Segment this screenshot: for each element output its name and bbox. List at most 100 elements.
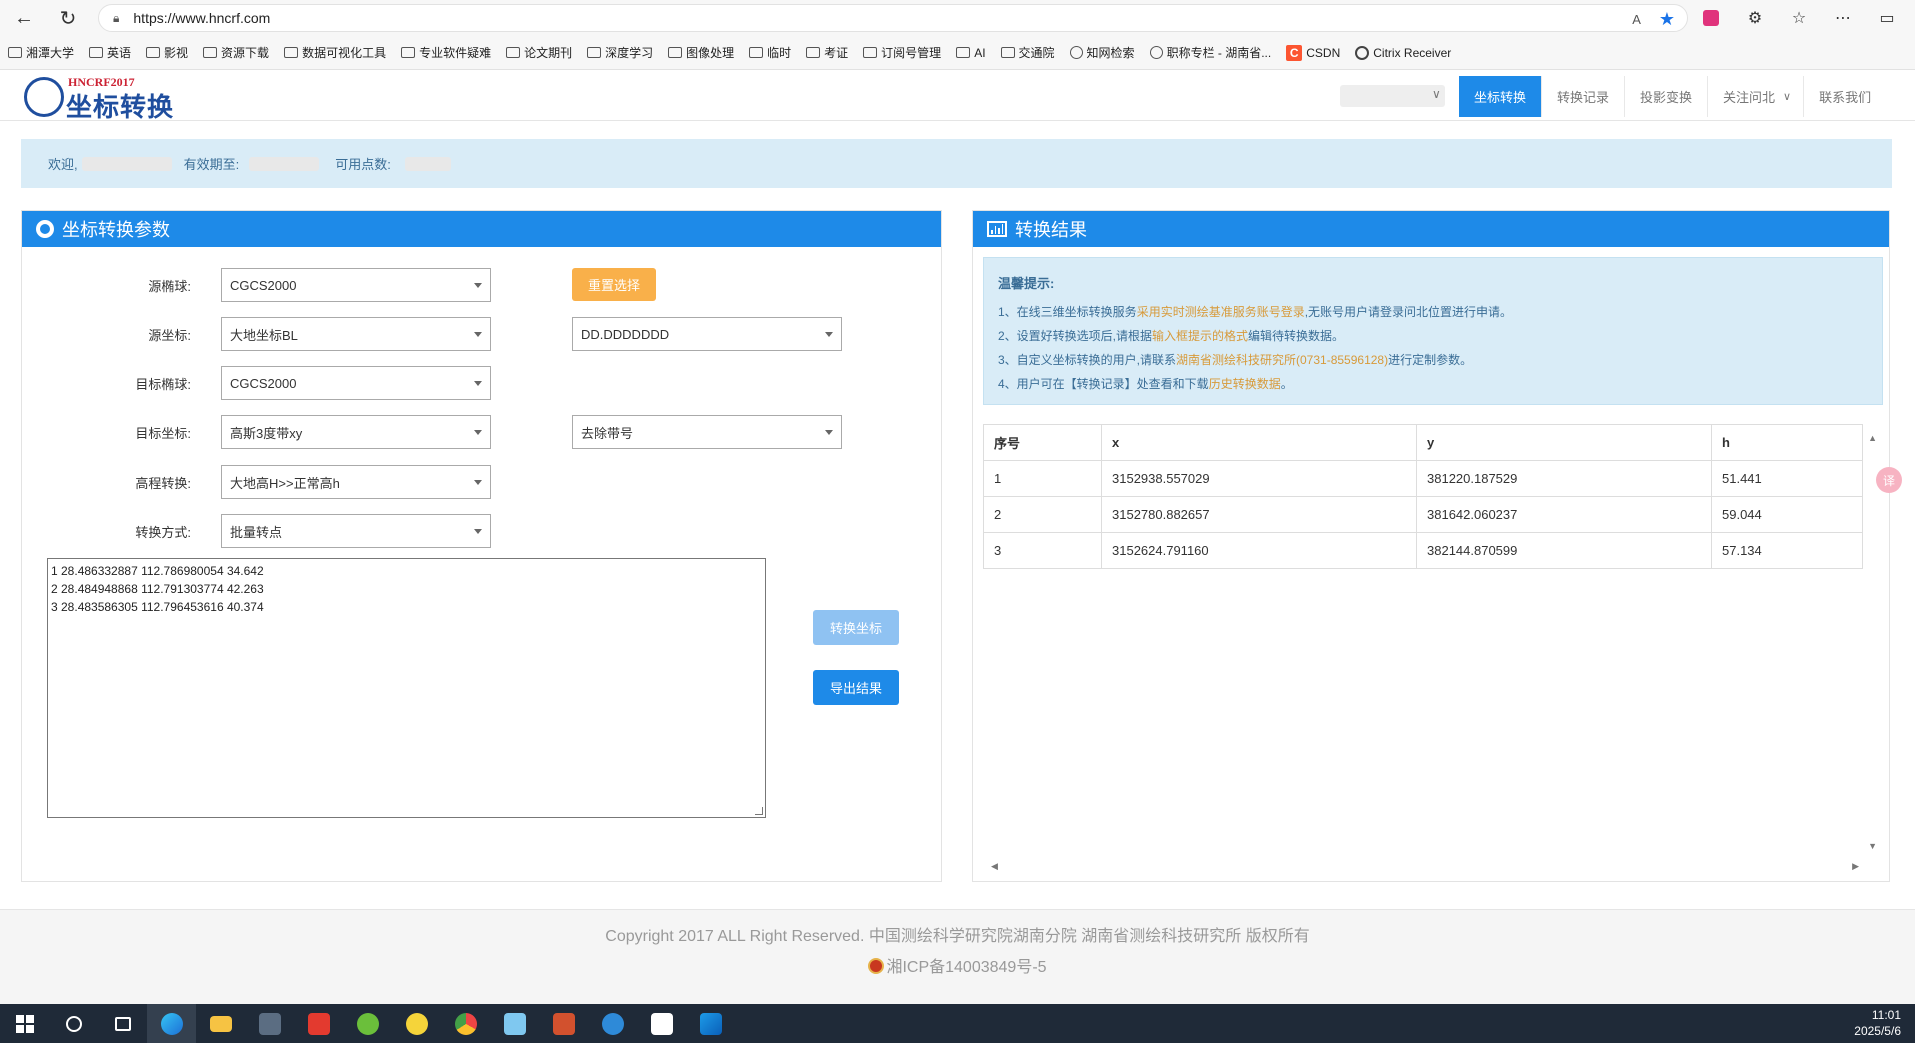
app-icon-terminal[interactable] bbox=[245, 1004, 294, 1043]
file-explorer-icon[interactable] bbox=[196, 1004, 245, 1043]
favorites-icon[interactable]: ☆ bbox=[1788, 7, 1810, 29]
box-app-icon[interactable] bbox=[539, 1004, 588, 1043]
sidebar-icon[interactable]: ▭ bbox=[1876, 7, 1898, 29]
folder-icon bbox=[89, 47, 104, 58]
source-ellipsoid-select[interactable]: CGCS2000 bbox=[221, 268, 491, 302]
main-nav: 坐标转换 转换记录 投影变换 关注问北 ∨ 联系我们 bbox=[1459, 76, 1886, 121]
translate-extension-icon[interactable] bbox=[1700, 7, 1722, 29]
results-table: 序号 x y h 1 3152938.557029 381220.187529 … bbox=[983, 424, 1863, 569]
bookmark-item[interactable]: 职称专栏 - 湖南省... bbox=[1149, 44, 1271, 61]
user-menu[interactable] bbox=[1340, 85, 1445, 107]
globe-icon bbox=[1069, 46, 1083, 59]
export-button[interactable]: 导出结果 bbox=[813, 670, 899, 705]
coordinate-input-textarea[interactable]: 1 28.486332887 112.786980054 34.642 2 28… bbox=[47, 558, 766, 818]
bookmark-item[interactable]: 论文期刊 bbox=[506, 44, 572, 61]
bookmark-item[interactable]: 图像处理 bbox=[668, 44, 734, 61]
bookmark-item[interactable]: 知网检索 bbox=[1069, 44, 1135, 61]
target-coord-value: 高斯3度带xy bbox=[230, 425, 303, 441]
csdn-icon: C bbox=[1286, 44, 1303, 61]
target-ellipsoid-select[interactable]: CGCS2000 bbox=[221, 366, 491, 400]
scroll-down-icon[interactable]: ▼ bbox=[1868, 841, 1877, 851]
bookmark-item[interactable]: 湘潭大学 bbox=[8, 44, 74, 61]
reset-button[interactable]: 重置选择 bbox=[572, 268, 656, 301]
source-coord-select[interactable]: 大地坐标BL bbox=[221, 317, 491, 351]
nav-conversion-records[interactable]: 转换记录 bbox=[1541, 76, 1624, 117]
tip-item: 4、用户可在【转换记录】处查看和下载历史转换数据。 bbox=[998, 372, 1868, 396]
cell: 381220.187529 bbox=[1416, 460, 1712, 497]
more-icon[interactable]: ⋯ bbox=[1832, 7, 1854, 29]
bookmark-label: 临时 bbox=[767, 46, 792, 60]
cell: 3152624.791160 bbox=[1101, 532, 1417, 569]
target-band-select[interactable]: 去除带号 bbox=[572, 415, 842, 449]
notepad-icon[interactable] bbox=[490, 1004, 539, 1043]
baidu-netdisk-icon[interactable] bbox=[637, 1004, 686, 1043]
col-header: x bbox=[1101, 424, 1417, 461]
site-header: HNCRF2017 坐标转换 ∨ 坐标转换 转换记录 投影变换 关注问北 ∨ 联… bbox=[0, 71, 1915, 122]
height-select[interactable]: 大地高H>>正常高h bbox=[221, 465, 491, 499]
nav-projection[interactable]: 投影变换 bbox=[1624, 76, 1707, 117]
translate-float-icon[interactable]: 译 bbox=[1876, 467, 1902, 493]
scroll-left-icon[interactable]: ◀ bbox=[991, 861, 998, 872]
bookmark-item[interactable]: 临时 bbox=[749, 44, 791, 61]
caret-down-icon bbox=[474, 381, 482, 386]
bookmark-item[interactable]: 订阅号管理 bbox=[863, 44, 941, 61]
extensions-icon[interactable]: ⚙ bbox=[1744, 7, 1766, 29]
input-line: 3 28.483586305 112.796453616 40.374 bbox=[51, 600, 264, 614]
cell: 51.441 bbox=[1711, 460, 1863, 497]
bookmarks-bar: 湘潭大学 英语 影视 资源下载 数据可视化工具 专业软件疑难 论文期刊 深度学习 图像处理 临时 考… bbox=[0, 36, 1915, 70]
wave-app-icon[interactable] bbox=[686, 1004, 735, 1043]
read-aloud-icon[interactable]: A bbox=[1632, 12, 1641, 27]
search-icon[interactable] bbox=[49, 1004, 98, 1043]
mode-select[interactable]: 批量转点 bbox=[221, 514, 491, 548]
globe-app-icon[interactable] bbox=[588, 1004, 637, 1043]
tip-highlight[interactable]: 湖南省测绘科技研究所(0731-85596128) bbox=[1176, 353, 1388, 367]
caret-down-icon bbox=[474, 480, 482, 485]
cell: 3152780.882657 bbox=[1101, 496, 1417, 533]
bookmark-item[interactable]: 英语 bbox=[89, 44, 131, 61]
bookmark-item[interactable]: 考证 bbox=[806, 44, 848, 61]
bookmark-label: 图像处理 bbox=[686, 46, 735, 60]
icp-text[interactable]: 湘ICP备14003849号-5 bbox=[886, 959, 1046, 976]
scroll-up-icon[interactable]: ▲ bbox=[1868, 433, 1877, 443]
chevron-down-icon[interactable]: ∨ bbox=[1432, 87, 1441, 101]
chrome-browser-icon[interactable] bbox=[441, 1004, 490, 1043]
address-bar[interactable]: 🔒︎ https://www.hncrf.com A ★ bbox=[98, 4, 1688, 32]
system-clock[interactable]: 11:01 2025/5/6 bbox=[1854, 1007, 1901, 1039]
footer-copyright: Copyright 2017 ALL Right Reserved. 中国测绘科… bbox=[605, 928, 1310, 945]
bookmark-item[interactable]: 交通院 bbox=[1000, 44, 1055, 61]
params-title: 坐标转换参数 bbox=[62, 220, 170, 240]
bookmark-item[interactable]: 专业软件疑难 bbox=[401, 44, 491, 61]
convert-button[interactable]: 转换坐标 bbox=[813, 610, 899, 645]
back-icon[interactable]: ← bbox=[6, 0, 42, 36]
task-view-icon[interactable] bbox=[98, 1004, 147, 1043]
nav-follow[interactable]: 关注问北 ∨ bbox=[1707, 76, 1803, 117]
taskbar: 11:01 2025/5/6 bbox=[0, 1004, 1915, 1043]
site-logo[interactable]: HNCRF2017 坐标转换 bbox=[24, 73, 174, 122]
footer-icp-line[interactable]: 湘ICP备14003849号-5 bbox=[0, 953, 1915, 977]
bar-chart-icon bbox=[987, 221, 1007, 237]
bookmark-item[interactable]: 数据可视化工具 bbox=[284, 44, 386, 61]
bookmark-item[interactable]: 资源下载 bbox=[203, 44, 269, 61]
wps-office-icon[interactable] bbox=[294, 1004, 343, 1043]
smiley-app-icon[interactable] bbox=[392, 1004, 441, 1043]
bookmark-item[interactable]: 影视 bbox=[146, 44, 188, 61]
nav-contact[interactable]: 联系我们 bbox=[1803, 76, 1886, 117]
target-coord-select[interactable]: 高斯3度带xy bbox=[221, 415, 491, 449]
height-value: 大地高H>>正常高h bbox=[230, 475, 340, 491]
bookmark-item[interactable]: Citrix Receiver bbox=[1355, 45, 1451, 60]
clover-app-icon[interactable] bbox=[343, 1004, 392, 1043]
windows-start-icon[interactable] bbox=[0, 1004, 49, 1043]
scroll-right-icon[interactable]: ▶ bbox=[1852, 861, 1859, 872]
source-format-select[interactable]: DD.DDDDDDD bbox=[572, 317, 842, 351]
refresh-icon[interactable]: ↻ bbox=[50, 0, 86, 36]
resize-grip-icon[interactable] bbox=[755, 807, 763, 815]
bookmark-item[interactable]: 深度学习 bbox=[587, 44, 653, 61]
nav-coordinate-conversion[interactable]: 坐标转换 bbox=[1459, 76, 1542, 117]
edge-browser-icon[interactable] bbox=[147, 1004, 196, 1043]
row-target-coord: 目标坐标: 高斯3度带xy bbox=[22, 415, 491, 449]
bookmark-item[interactable]: C CSDN bbox=[1286, 44, 1340, 61]
footer: Copyright 2017 ALL Right Reserved. 中国测绘科… bbox=[0, 909, 1915, 1004]
bookmark-label: 考证 bbox=[824, 46, 849, 60]
bookmark-item[interactable]: AI bbox=[956, 46, 986, 60]
favorite-star-icon[interactable]: ★ bbox=[1659, 9, 1675, 30]
